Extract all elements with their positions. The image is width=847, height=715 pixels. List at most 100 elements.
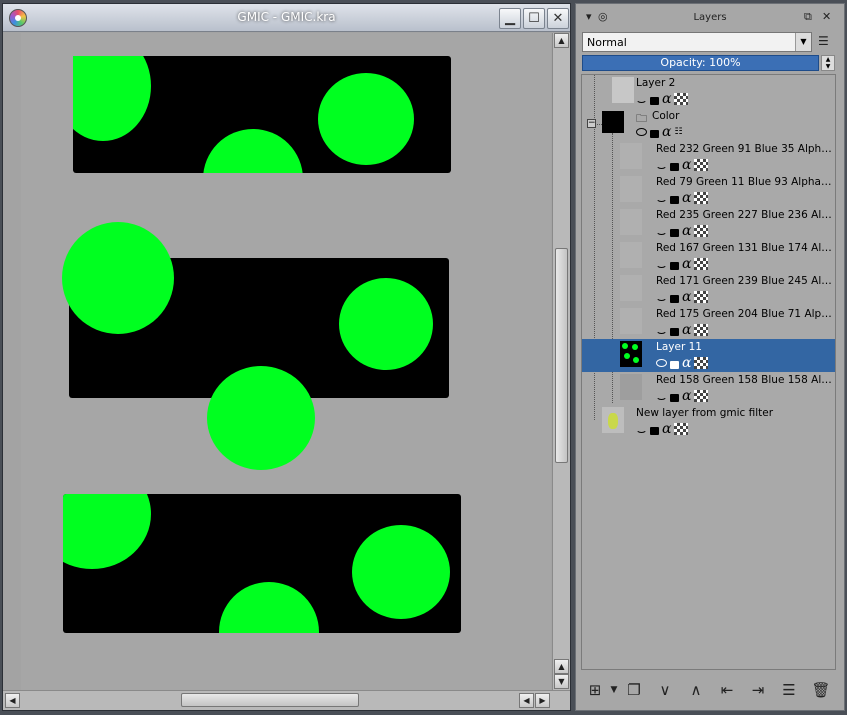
vertical-scrollbar[interactable]: ▲ ▲ ▼: [552, 33, 570, 690]
alpha-icon[interactable]: α: [682, 257, 691, 271]
green-circle: [339, 278, 433, 370]
alpha-icon[interactable]: α: [682, 191, 691, 205]
scroll-right-button[interactable]: ▶: [535, 693, 550, 708]
docker-menu-icon[interactable]: ☰: [818, 34, 836, 50]
close-icon: ✕: [552, 11, 564, 26]
scroll-left-button[interactable]: ◀: [519, 693, 534, 708]
alpha-icon[interactable]: α: [682, 389, 691, 403]
layer-row-selected[interactable]: Layer 11 α: [582, 339, 835, 372]
lock-icon[interactable]: [650, 97, 659, 105]
chevron-down-icon[interactable]: ▼: [795, 33, 811, 51]
layer-row[interactable]: Red 167 Green 131 Blue 174 Alph... α: [582, 240, 835, 273]
layer-name: Red 171 Green 239 Blue 245 Alph...: [656, 275, 832, 287]
opacity-slider[interactable]: Opacity: 100%: [582, 55, 819, 71]
lock-icon[interactable]: [670, 295, 679, 303]
lock-icon[interactable]: [670, 163, 679, 171]
lock-icon[interactable]: [650, 130, 659, 138]
layer-row[interactable]: New layer from gmic filter α: [582, 405, 835, 438]
layer-properties-icon[interactable]: ☰: [778, 680, 800, 702]
collapse-toggle-icon[interactable]: −: [587, 119, 596, 128]
alpha-icon[interactable]: α: [682, 224, 691, 238]
visibility-icon[interactable]: [656, 392, 667, 400]
layer-row[interactable]: Red 79 Green 11 Blue 93 Alpha 255 α: [582, 174, 835, 207]
scroll-down-button[interactable]: ▼: [554, 674, 569, 689]
alpha-icon[interactable]: α: [682, 356, 691, 370]
alpha-icon[interactable]: α: [662, 92, 671, 106]
alpha-icon[interactable]: α: [682, 290, 691, 304]
alpha-lock-icon[interactable]: [694, 225, 709, 237]
minimize-button[interactable]: ▁: [499, 8, 521, 29]
indent-right-icon[interactable]: ⇥: [747, 680, 769, 702]
alpha-lock-icon[interactable]: [694, 324, 709, 336]
scroll-up-button[interactable]: ▲: [554, 33, 569, 48]
float-docker-icon[interactable]: ⧉: [804, 10, 812, 24]
layers-docker: ▾ ◎ Layers ⧉ ✕ Normal ▼ ☰ Opacity: 100% …: [575, 3, 845, 711]
lock-icon[interactable]: [650, 427, 659, 435]
alpha-lock-icon[interactable]: [674, 93, 689, 105]
layer-row[interactable]: Red 232 Green 91 Blue 35 Alpha ... α: [582, 141, 835, 174]
layer-row[interactable]: Red 175 Green 204 Blue 71 Alpha... α: [582, 306, 835, 339]
alpha-lock-icon[interactable]: [694, 357, 709, 369]
visibility-icon[interactable]: [656, 227, 667, 235]
vertical-scroll-thumb[interactable]: [555, 248, 568, 463]
alpha-icon[interactable]: α: [662, 422, 671, 436]
opacity-spinner[interactable]: ▲ ▼: [821, 55, 835, 71]
visibility-icon[interactable]: [656, 293, 667, 301]
alpha-lock-icon[interactable]: [694, 192, 709, 204]
green-circle: [219, 582, 319, 633]
lock-icon[interactable]: [670, 229, 679, 237]
visibility-icon[interactable]: [656, 161, 667, 169]
alpha-lock-icon[interactable]: [694, 291, 709, 303]
close-docker-icon[interactable]: ✕: [822, 10, 831, 23]
horizontal-scrollbar[interactable]: ◀ ◀ ▶: [3, 690, 570, 710]
maximize-button[interactable]: ☐: [523, 8, 545, 29]
visibility-icon[interactable]: [636, 95, 647, 103]
canvas-background: [21, 33, 551, 56]
layer-thumbnail: [620, 341, 642, 367]
layer-group-row[interactable]: − 🗀 Color α ☷: [582, 108, 835, 141]
blend-mode-value: Normal: [587, 36, 627, 49]
scroll-up-button[interactable]: ▲: [554, 659, 569, 674]
chevron-down-icon[interactable]: ▼: [603, 680, 625, 702]
layer-name: Red 235 Green 227 Blue 236 Alph...: [656, 209, 832, 221]
lock-icon[interactable]: [670, 328, 679, 336]
blend-mode-select[interactable]: Normal ▼: [582, 32, 812, 52]
close-button[interactable]: ✕: [547, 8, 569, 29]
visibility-icon[interactable]: [636, 128, 647, 136]
layer-row[interactable]: Red 171 Green 239 Blue 245 Alph... α: [582, 273, 835, 306]
move-up-icon[interactable]: ∧: [685, 680, 707, 702]
layer-thumbnail: [620, 275, 642, 301]
layer-row[interactable]: Layer 2 α: [582, 75, 835, 108]
image-canvas[interactable]: [21, 33, 551, 690]
horizontal-scroll-thumb[interactable]: [181, 693, 359, 707]
delete-layer-icon[interactable]: 🗑: [810, 680, 832, 702]
docker-header: ▾ ◎ Layers ⧉ ✕: [576, 4, 844, 30]
lock-icon[interactable]: [670, 394, 679, 402]
indent-left-icon[interactable]: ⇤: [716, 680, 738, 702]
layer-row[interactable]: Red 235 Green 227 Blue 236 Alph... α: [582, 207, 835, 240]
alpha-lock-icon[interactable]: [694, 258, 709, 270]
visibility-icon[interactable]: [656, 260, 667, 268]
alpha-lock-icon[interactable]: [674, 423, 689, 435]
alpha-icon[interactable]: α: [682, 323, 691, 337]
lock-icon[interactable]: [670, 196, 679, 204]
lock-icon[interactable]: [670, 361, 679, 369]
title-bar[interactable]: GMIC - GMIC.kra ▁ ☐ ✕: [3, 4, 570, 32]
lock-icon[interactable]: [670, 262, 679, 270]
scroll-left-button[interactable]: ◀: [5, 693, 20, 708]
visibility-icon[interactable]: [636, 425, 647, 433]
alpha-icon[interactable]: α: [662, 125, 671, 139]
duplicate-layer-icon[interactable]: ❐: [623, 680, 645, 702]
layer-row[interactable]: Red 158 Green 158 Blue 158 Alph... α: [582, 372, 835, 405]
alpha-lock-icon[interactable]: [694, 159, 709, 171]
visibility-icon[interactable]: [656, 326, 667, 334]
alpha-icon[interactable]: α: [682, 158, 691, 172]
move-down-icon[interactable]: ∨: [654, 680, 676, 702]
visibility-icon[interactable]: [656, 359, 667, 367]
alpha-lock-icon[interactable]: [694, 390, 709, 402]
green-circle: [62, 222, 174, 334]
green-circle: [63, 494, 151, 569]
inherit-alpha-icon[interactable]: ☷: [674, 127, 682, 137]
visibility-icon[interactable]: [656, 194, 667, 202]
layer-list[interactable]: Layer 2 α − 🗀 Color α ☷ Red 232 Green 91…: [581, 74, 836, 670]
